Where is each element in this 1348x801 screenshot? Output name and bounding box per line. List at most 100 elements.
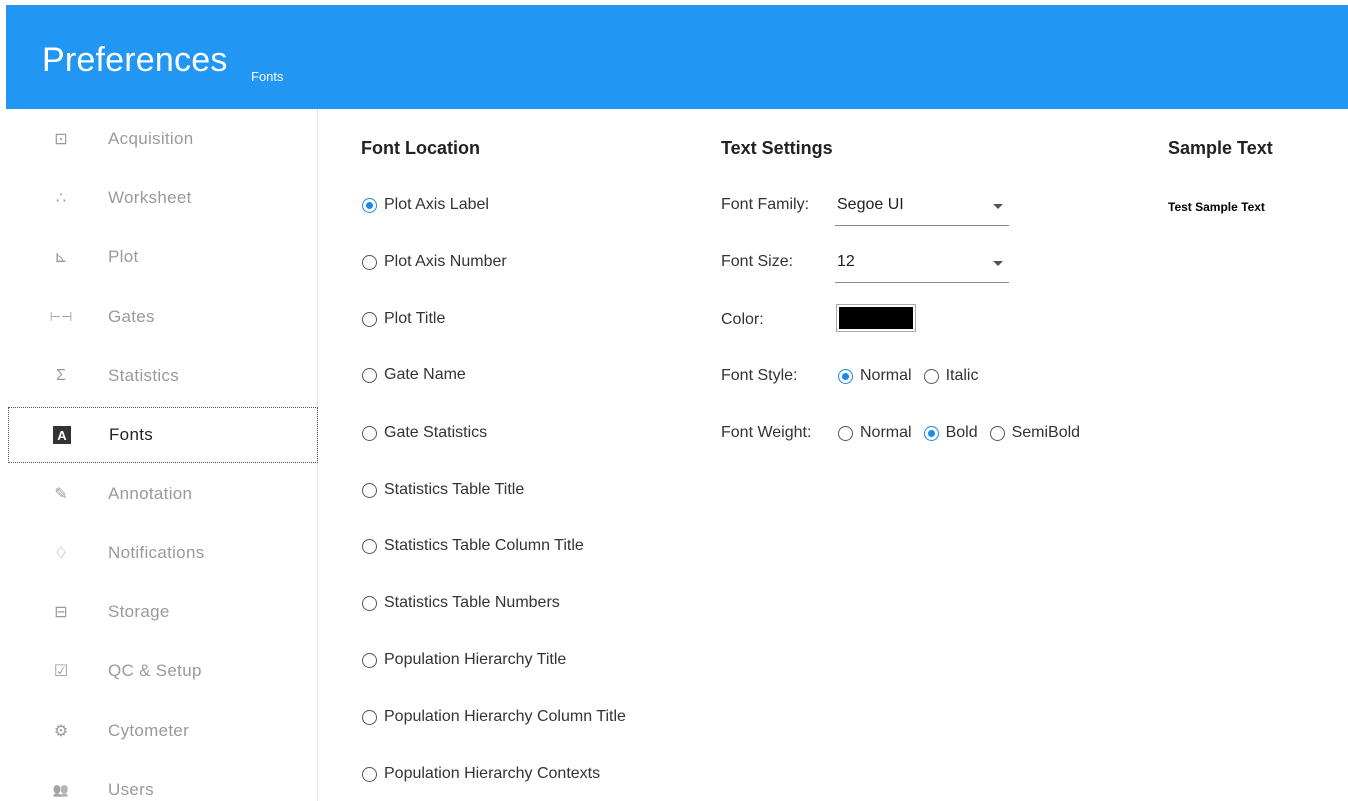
font-style-radio-group: Normal Italic (838, 367, 990, 385)
radio-statistics-table-column-title[interactable]: Statistics Table Column Title (362, 537, 584, 555)
sidebar-item-label: Worksheet (108, 188, 192, 207)
text-settings-heading: Text Settings (721, 138, 833, 158)
radio-label: Statistics Table Column Title (384, 537, 584, 554)
font-weight-label: Font Weight: (721, 424, 812, 441)
font-family-label: Font Family: (721, 196, 810, 213)
radio-button[interactable] (362, 197, 377, 213)
page-title: Preferences (42, 41, 228, 79)
radio-font-weight-semibold[interactable]: SemiBold (989, 424, 1081, 442)
header-bar: Preferences Fonts (6, 5, 1348, 109)
radio-statistics-table-numbers[interactable]: Statistics Table Numbers (362, 594, 560, 612)
radio-label: Plot Axis Label (384, 196, 489, 213)
color-picker[interactable] (836, 304, 916, 332)
sidebar-item-acquisition[interactable]: ⊡ Acquisition (8, 111, 316, 167)
radio-statistics-table-title[interactable]: Statistics Table Title (362, 481, 524, 499)
sidebar-item-users[interactable]: 👥 Users (8, 762, 316, 801)
page-subtitle: Fonts (251, 69, 284, 84)
radio-label: Plot Title (384, 310, 446, 327)
sidebar-item-annotation[interactable]: ✎ Annotation (8, 466, 316, 522)
sample-text-heading: Sample Text (1168, 138, 1273, 158)
sidebar-item-plot[interactable]: ⊾ Plot (8, 229, 316, 285)
radio-font-weight-normal[interactable]: Normal (838, 424, 912, 442)
font-size-dropdown[interactable]: 12 (835, 249, 1009, 283)
radio-button[interactable] (838, 368, 853, 384)
bell-icon: ♢ (53, 545, 69, 562)
sigma-icon: Σ (56, 367, 66, 384)
radio-button[interactable] (362, 652, 377, 668)
sidebar-item-label: Fonts (109, 425, 154, 444)
radio-button[interactable] (362, 425, 377, 441)
sidebar-item-label: Gates (108, 307, 155, 326)
font-location-heading: Font Location (361, 138, 480, 158)
sidebar-item-label: Annotation (108, 484, 193, 503)
sidebar-item-fonts[interactable]: A Fonts (8, 407, 318, 463)
radio-label: SemiBold (1011, 424, 1081, 441)
drive-icon: ⊟ (54, 604, 68, 621)
radio-button[interactable] (362, 254, 377, 270)
sample-text-preview: Test Sample Text (1168, 200, 1265, 214)
sidebar-item-notifications[interactable]: ♢ Notifications (8, 525, 316, 581)
worksheet-icon: ∴ (55, 190, 67, 207)
users-icon: 👥 (52, 782, 70, 797)
font-size-label: Font Size: (721, 253, 794, 270)
radio-button[interactable] (923, 368, 939, 384)
radio-button[interactable] (923, 425, 939, 441)
radio-font-style-italic[interactable]: Italic (923, 367, 979, 385)
sidebar-item-worksheet[interactable]: ∴ Worksheet (8, 170, 316, 226)
radio-plot-title[interactable]: Plot Title (362, 310, 445, 328)
radio-button[interactable] (362, 482, 377, 498)
radio-button[interactable] (362, 766, 377, 782)
font-family-dropdown[interactable]: Segoe UI (835, 192, 1009, 226)
radio-button[interactable] (989, 425, 1005, 441)
radio-population-hierarchy-column-title[interactable]: Population Hierarchy Column Title (362, 708, 626, 726)
gates-icon: ⊢⊣ (49, 309, 73, 324)
radio-plot-axis-number[interactable]: Plot Axis Number (362, 253, 507, 271)
font-weight-radio-group: Normal Bold SemiBold (838, 424, 1092, 442)
radio-label: Italic (945, 367, 979, 384)
radio-label: Normal (860, 367, 912, 384)
cytometer-icon: ⚙ (53, 723, 69, 740)
sidebar-item-qc-setup[interactable]: ☑ QC & Setup (8, 643, 316, 699)
sidebar-item-label: Notifications (108, 543, 205, 562)
radio-font-style-normal[interactable]: Normal (838, 367, 912, 385)
font-style-label: Font Style: (721, 367, 798, 384)
edit-icon: ✎ (54, 486, 68, 503)
radio-label: Gate Name (384, 366, 466, 383)
radio-population-hierarchy-title[interactable]: Population Hierarchy Title (362, 651, 566, 669)
acquisition-icon: ⊡ (54, 131, 68, 148)
radio-button[interactable] (362, 367, 377, 383)
color-label: Color: (721, 311, 764, 328)
sidebar-item-cytometer[interactable]: ⚙ Cytometer (8, 703, 316, 759)
radio-label: Population Hierarchy Column Title (384, 708, 626, 725)
radio-button[interactable] (838, 425, 853, 441)
radio-gate-statistics[interactable]: Gate Statistics (362, 424, 487, 442)
radio-label: Bold (945, 424, 978, 441)
fonts-icon: A (53, 426, 71, 444)
qc-setup-icon: ☑ (53, 663, 69, 680)
radio-label: Statistics Table Title (384, 481, 525, 498)
radio-gate-name[interactable]: Gate Name (362, 366, 466, 384)
radio-font-weight-bold[interactable]: Bold (923, 424, 978, 442)
radio-label: Population Hierarchy Contexts (384, 765, 601, 782)
radio-label: Population Hierarchy Title (384, 651, 567, 668)
font-family-value: Segoe UI (837, 196, 904, 213)
radio-label: Normal (860, 424, 912, 441)
sidebar-item-label: Storage (108, 602, 170, 621)
sidebar-item-label: Cytometer (108, 721, 190, 740)
radio-plot-axis-label[interactable]: Plot Axis Label (362, 196, 489, 214)
radio-button[interactable] (362, 311, 377, 327)
sidebar-item-storage[interactable]: ⊟ Storage (8, 584, 316, 640)
sidebar-item-statistics[interactable]: Σ Statistics (8, 348, 316, 404)
sidebar-item-label: QC & Setup (108, 661, 202, 680)
sidebar-item-gates[interactable]: ⊢⊣ Gates (8, 289, 316, 345)
radio-button[interactable] (362, 595, 377, 611)
font-size-value: 12 (837, 253, 855, 270)
radio-button[interactable] (362, 709, 377, 725)
sidebar: ⊡ Acquisition ∴ Worksheet ⊾ Plot ⊢⊣ Gate… (6, 109, 318, 801)
radio-button[interactable] (362, 538, 377, 554)
plot-icon: ⊾ (54, 249, 68, 266)
radio-population-hierarchy-contexts[interactable]: Population Hierarchy Contexts (362, 765, 600, 783)
chevron-down-icon (993, 204, 1003, 209)
radio-label: Statistics Table Numbers (384, 594, 560, 611)
radio-label: Gate Statistics (384, 424, 488, 441)
